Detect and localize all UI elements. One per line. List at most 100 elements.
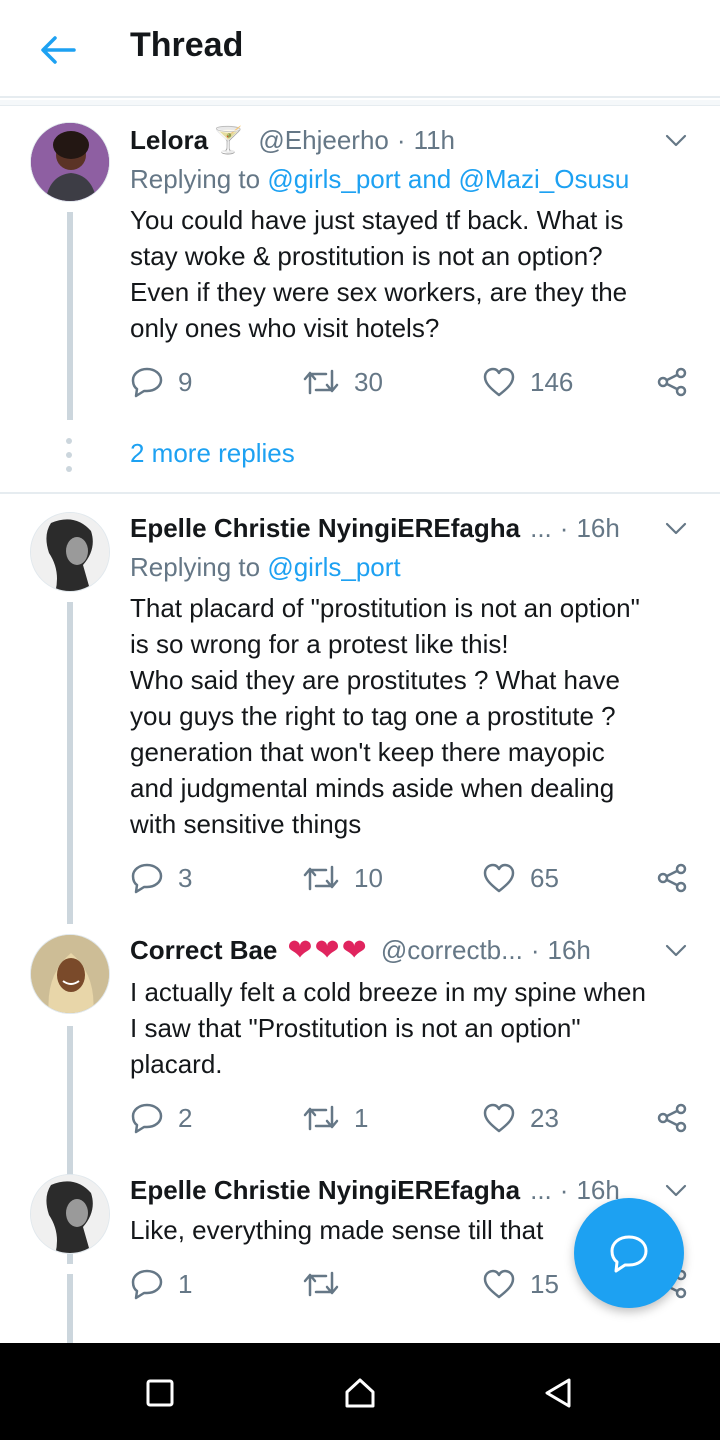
tweet[interactable]: Correct Bae ❤❤❤ @correctb... · 16h I act…: [0, 930, 720, 1264]
reply-button[interactable]: 2: [130, 1098, 192, 1138]
heart-icon: [483, 1269, 515, 1299]
more-replies-dots: [66, 438, 74, 480]
reply-icon: [131, 1269, 163, 1300]
retweet-button[interactable]: 10: [302, 858, 383, 898]
tweet-actions: 2 1 23: [130, 1098, 700, 1138]
retweet-count: 10: [354, 862, 383, 893]
reply-button[interactable]: 3: [130, 858, 192, 898]
like-count: 23: [530, 1102, 559, 1133]
tweet-actions: 9 30 146: [130, 362, 700, 402]
heart-icon: [483, 367, 515, 397]
compose-reply-icon: [610, 1235, 648, 1273]
timestamp[interactable]: 16h: [576, 513, 619, 544]
top-app-bar: Thread: [0, 0, 720, 98]
like-count: 15: [530, 1268, 559, 1299]
display-name[interactable]: Correct Bae: [130, 935, 277, 966]
reply-button[interactable]: 1: [130, 1264, 192, 1304]
like-button[interactable]: 23: [482, 1098, 559, 1138]
mention-link[interactable]: @girls_port: [267, 552, 400, 582]
retweet-button[interactable]: [302, 1264, 354, 1304]
reply-count: 9: [178, 366, 193, 397]
chevron-down-icon[interactable]: [664, 1178, 688, 1202]
retweet-button[interactable]: 30: [302, 362, 383, 402]
tweet-header: Epelle Christie NyingiEREfagha ... · 16h: [130, 510, 690, 546]
reply-count: 2: [178, 1102, 193, 1133]
tweet-actions: 3 10 65: [130, 858, 700, 898]
share-button[interactable]: [656, 1098, 702, 1138]
chevron-down-icon[interactable]: [664, 128, 688, 152]
avatar-image: [31, 123, 109, 201]
name-emoji: ❤❤❤: [287, 933, 369, 967]
back-button[interactable]: [36, 28, 80, 72]
separator-dot: ·: [559, 512, 569, 543]
reply-fab-button[interactable]: [574, 1198, 684, 1308]
avatar[interactable]: [30, 512, 110, 592]
share-button[interactable]: [656, 362, 702, 402]
heart-icon: [483, 1103, 515, 1133]
avatar[interactable]: [30, 1174, 110, 1254]
user-handle[interactable]: @Ehjeerho: [258, 125, 388, 156]
share-icon: [657, 1103, 687, 1133]
chevron-down-icon[interactable]: [664, 516, 688, 540]
recents-button[interactable]: [138, 1371, 182, 1415]
retweet-icon: [303, 369, 339, 395]
avatar[interactable]: [30, 934, 110, 1014]
retweet-count: 1: [354, 1102, 369, 1133]
avatar-image: [31, 1175, 109, 1253]
arrow-left-icon: [41, 36, 76, 64]
thread-feed[interactable]: Lelora 🍸 @Ehjeerho · 11h Replying to @gi…: [0, 100, 720, 1343]
home-button[interactable]: [338, 1371, 382, 1415]
tweet-text: I actually felt a cold breeze in my spin…: [130, 977, 646, 1079]
more-replies-link[interactable]: 2 more replies: [130, 438, 295, 469]
reply-icon: [131, 1103, 163, 1134]
name-emoji: 🍸: [212, 124, 245, 155]
like-button[interactable]: 65: [482, 858, 559, 898]
separator-dot: ·: [396, 124, 406, 155]
like-button[interactable]: 15: [482, 1264, 559, 1304]
back-triangle-icon: [545, 1378, 571, 1408]
reply-icon: [131, 367, 163, 398]
tweet-header: Lelora 🍸 @Ehjeerho · 11h: [130, 122, 690, 158]
system-back-button[interactable]: [536, 1371, 580, 1415]
separator-dot: ·: [530, 934, 540, 965]
tweet-text: You could have just stayed tf back. What…: [130, 205, 628, 343]
recents-square-icon: [146, 1379, 174, 1407]
system-nav-bar: [0, 1343, 720, 1440]
share-button[interactable]: [656, 858, 702, 898]
user-handle[interactable]: ...: [530, 1175, 552, 1206]
avatar-image: [31, 935, 109, 1013]
share-icon: [657, 863, 687, 893]
retweet-count: 30: [354, 366, 383, 397]
reply-button[interactable]: 9: [130, 362, 192, 402]
like-count: 65: [530, 862, 559, 893]
thread-connector: [67, 1274, 73, 1343]
tweet[interactable]: Epelle Christie NyingiEREfagha ... · 16h…: [0, 494, 720, 924]
like-button[interactable]: 146: [482, 362, 573, 402]
retweet-button[interactable]: 1: [302, 1098, 368, 1138]
replying-to: Replying to @girls_port: [130, 552, 401, 583]
chevron-down-icon[interactable]: [664, 938, 688, 962]
timestamp[interactable]: 16h: [547, 935, 590, 966]
retweet-icon: [303, 865, 339, 891]
mention-link[interactable]: @girls_port and @Mazi_Osusu: [267, 164, 629, 194]
display-name[interactable]: Epelle Christie NyingiEREfagha: [130, 1175, 520, 1206]
retweet-icon: [303, 1105, 339, 1131]
replying-to: Replying to @girls_port and @Mazi_Osusu: [130, 164, 629, 195]
user-handle[interactable]: @correctb...: [381, 935, 523, 966]
tweet-text: That placard of "prostitution is not an …: [130, 593, 640, 839]
separator-dot: ·: [559, 1174, 569, 1205]
home-icon: [345, 1378, 375, 1408]
page-title: Thread: [130, 26, 244, 64]
timestamp[interactable]: 11h: [414, 125, 455, 156]
reply-count: 1: [178, 1268, 193, 1299]
thread-connector: [67, 212, 73, 420]
tweet[interactable]: Lelora 🍸 @Ehjeerho · 11h Replying to @gi…: [0, 100, 720, 492]
user-handle[interactable]: ...: [530, 513, 552, 544]
avatar[interactable]: [30, 122, 110, 202]
retweet-icon: [303, 1271, 339, 1297]
display-name[interactable]: Lelora: [130, 125, 208, 156]
display-name[interactable]: Epelle Christie NyingiEREfagha: [130, 513, 520, 544]
like-count: 146: [530, 366, 574, 397]
replying-to-label: Replying to: [130, 164, 268, 194]
reply-count: 3: [178, 862, 193, 893]
